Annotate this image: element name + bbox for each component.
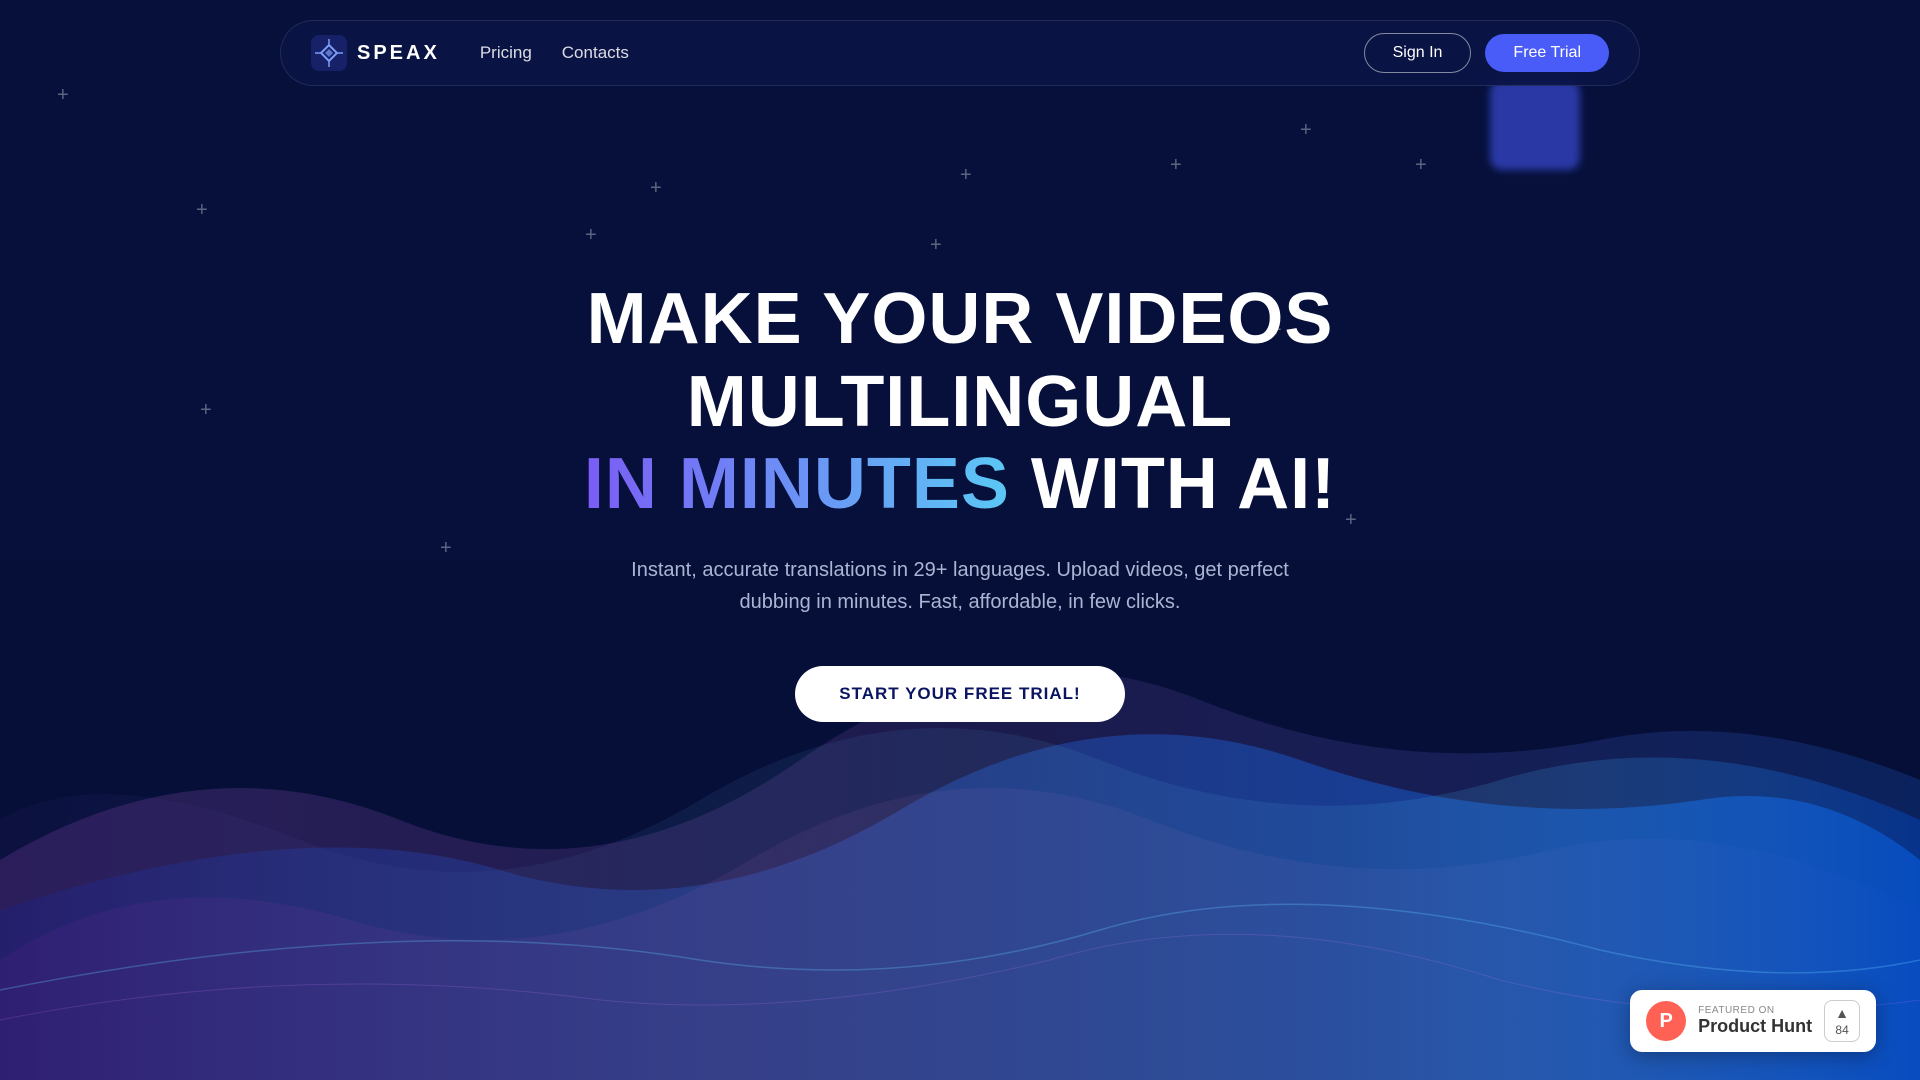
product-hunt-badge[interactable]: P FEATURED ON Product Hunt ▲ 84 xyxy=(1630,990,1876,1052)
nav-item-pricing[interactable]: Pricing xyxy=(480,43,532,63)
logo-text: SPEAX xyxy=(357,42,440,65)
nav-link-pricing[interactable]: Pricing xyxy=(480,43,532,62)
ph-featured-on-label: FEATURED ON xyxy=(1698,1005,1812,1016)
hero-title-line2: IN MINUTES WITH AI! xyxy=(584,444,1336,524)
hero-title-part2: WITH AI! xyxy=(1031,444,1336,524)
ph-upvote-count: 84 xyxy=(1835,1023,1848,1037)
product-hunt-text: FEATURED ON Product Hunt xyxy=(1698,1005,1812,1037)
hero-subtitle: Instant, accurate translations in 29+ la… xyxy=(620,554,1300,618)
nav-links: Pricing Contacts xyxy=(480,43,629,63)
logo[interactable]: SPEAX xyxy=(311,35,440,71)
navbar-left: SPEAX Pricing Contacts xyxy=(311,35,629,71)
signin-button[interactable]: Sign In xyxy=(1364,33,1472,73)
ph-name-label: Product Hunt xyxy=(1698,1016,1812,1037)
product-hunt-icon: P xyxy=(1646,1001,1686,1041)
ph-upvote-button[interactable]: ▲ 84 xyxy=(1824,1000,1860,1042)
free-trial-button[interactable]: Free Trial xyxy=(1485,34,1609,72)
speax-logo-icon xyxy=(311,35,347,71)
navbar: SPEAX Pricing Contacts Sign In Free Tria… xyxy=(280,20,1640,86)
navbar-right: Sign In Free Trial xyxy=(1364,33,1609,73)
nav-link-contacts[interactable]: Contacts xyxy=(562,43,629,62)
hero-section: MAKE YOUR VIDEOS MULTILINGUAL IN MINUTES… xyxy=(0,0,1920,1080)
cta-button[interactable]: START YOUR FREE TRIAL! xyxy=(795,666,1124,722)
hero-title-highlight-cyan: IN MINUTES xyxy=(584,444,1010,524)
nav-item-contacts[interactable]: Contacts xyxy=(562,43,629,63)
hero-title-line1: MAKE YOUR VIDEOS MULTILINGUAL xyxy=(510,278,1410,444)
hero-title: MAKE YOUR VIDEOS MULTILINGUAL IN MINUTES… xyxy=(510,278,1410,526)
ph-upvote-arrow-icon: ▲ xyxy=(1835,1005,1849,1021)
